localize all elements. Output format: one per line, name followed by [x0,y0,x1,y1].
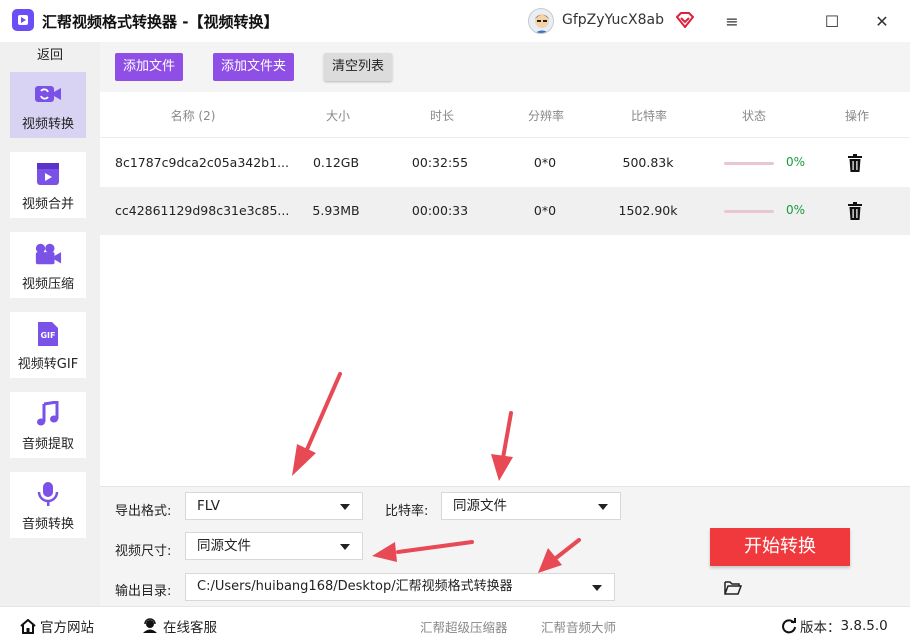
svg-text:GIF: GIF [40,331,55,340]
table-row[interactable]: 8c1787c9dca2c05a342b1... 0.12GB 00:32:55… [100,139,910,187]
app-logo-icon [12,9,34,31]
col-action[interactable]: 操作 [845,107,869,124]
col-resolution[interactable]: 分辨率 [528,107,564,124]
sidebar-item-video-merge[interactable]: 视频合并 [10,152,86,218]
sidebar-item-audio-convert[interactable]: 音频转换 [10,472,86,538]
website-link[interactable]: 官方网站 [20,616,94,636]
format-label: 导出格式: [115,504,172,519]
sidebar-item-label: 音频提取 [21,437,74,452]
size-select[interactable]: 同源文件 [185,532,363,560]
sidebar-item-video-gif[interactable]: GIF 视频转GIF [10,312,86,378]
add-file-button[interactable]: 添加文件 [115,53,184,81]
file-bitrate: 1502.90k [618,203,678,218]
website-label: 官方网站 [40,620,94,636]
progress-percent: 0% [786,155,806,169]
format-select[interactable]: FLV [185,492,363,520]
size-value: 同源文件 [197,538,251,554]
version-label: 版本： [800,620,841,636]
file-duration: 00:32:55 [411,155,469,170]
size-label: 视频尺寸: [115,544,172,559]
col-bitrate[interactable]: 比特率 [631,107,667,124]
file-resolution: 0*0 [533,155,557,170]
add-folder-button[interactable]: 添加文件夹 [213,53,295,81]
col-duration[interactable]: 时长 [430,107,454,124]
vip-diamond-icon[interactable] [676,12,694,28]
audio-master-link[interactable]: 汇帮音频大师 [541,617,616,636]
bitrate-value: 同源文件 [453,498,507,514]
sidebar-item-label: 音频转换 [21,517,74,532]
start-convert-button[interactable]: 开始转换 [710,528,850,566]
refresh-icon [782,618,796,634]
file-bitrate: 500.83k [622,155,674,170]
status-bar: 官方网站 在线客服 汇帮超级压缩器 汇帮音频大师 版本： 3.8.5.0 [0,606,910,640]
sidebar: 返回 视频转换 视频合并 视频压缩 GIF 视频转GIF 音频提取 音频转换 [0,42,100,606]
sidebar-item-label: 视频合并 [21,197,74,212]
arrow-to-format [292,372,342,476]
table-header: 名称 (2) 大小 时长 分辨率 比特率 状态 操作 [100,92,910,138]
col-status[interactable]: 状态 [742,107,766,124]
sidebar-item-video-convert[interactable]: 视频转换 [10,72,86,138]
title-bar: 汇帮视频格式转换器 -【视频转换】 GfpZyYucX8ab ≡ ☐ ✕ [0,0,910,42]
file-size: 0.12GB [312,155,360,170]
menu-icon[interactable]: ≡ [721,10,743,32]
maximize-icon[interactable]: ☐ [821,10,843,32]
support-link[interactable]: 在线客服 [142,616,217,636]
app-title: 汇帮视频格式转换器 -【视频转换】 [42,13,279,31]
toolbar: 添加文件 添加文件夹 清空列表 [100,42,910,92]
customer-service-icon [143,618,157,633]
trash-icon[interactable] [847,202,863,220]
chevron-down-icon [340,544,350,550]
home-icon [20,618,36,634]
chevron-down-icon [340,504,350,510]
output-dir-value: C:/Users/huibang168/Desktop/汇帮视频格式转换器 [197,579,513,594]
sidebar-item-video-compress[interactable]: 视频压缩 [10,232,86,298]
format-value: FLV [197,498,221,514]
version-info[interactable]: 版本： 3.8.5.0 [781,616,888,636]
video-merge-icon [34,161,62,187]
bitrate-select[interactable]: 同源文件 [441,492,621,520]
compressor-link[interactable]: 汇帮超级压缩器 [420,617,508,636]
sidebar-item-label: 视频压缩 [21,277,74,292]
file-size: 5.93MB [312,203,360,218]
microphone-icon [34,481,62,507]
version-number: 3.8.5.0 [840,618,888,634]
file-resolution: 0*0 [533,203,557,218]
progress-bar [724,210,774,213]
bitrate-label: 比特率: [385,504,429,519]
output-dir-select[interactable]: C:/Users/huibang168/Desktop/汇帮视频格式转换器 [185,573,615,601]
col-size[interactable]: 大小 [326,107,350,124]
gif-icon: GIF [34,321,62,347]
video-compress-icon [34,241,62,267]
sidebar-item-label: 视频转换 [21,117,74,132]
col-name[interactable]: 名称 (2) [171,107,216,124]
sidebar-item-audio-extract[interactable]: 音频提取 [10,392,86,458]
file-name: cc42861129d98c31e3c85... [115,203,290,218]
back-button[interactable]: 返回 [0,44,100,68]
sidebar-item-label: 视频转GIF [17,357,79,372]
music-note-icon [34,401,62,427]
trash-icon[interactable] [847,154,863,172]
close-icon[interactable]: ✕ [871,10,893,32]
clear-list-button[interactable]: 清空列表 [324,53,393,81]
progress-percent: 0% [786,203,806,217]
file-duration: 00:00:33 [411,203,469,218]
folder-open-icon[interactable] [724,580,742,595]
support-label: 在线客服 [163,620,217,636]
table-row[interactable]: cc42861129d98c31e3c85... 5.93MB 00:00:33… [100,187,910,235]
progress-bar [724,162,774,165]
user-name[interactable]: GfpZyYucX8ab [562,12,664,28]
arrow-to-bitrate [491,411,513,481]
chevron-down-icon [592,585,602,591]
user-avatar[interactable] [528,8,554,34]
chevron-down-icon [598,504,608,510]
settings-panel: 导出格式: FLV 比特率: 同源文件 视频尺寸: 同源文件 开始转换 输出目录… [100,486,910,606]
output-label: 输出目录: [115,584,172,599]
video-convert-icon [34,81,62,107]
file-name: 8c1787c9dca2c05a342b1... [115,155,289,170]
